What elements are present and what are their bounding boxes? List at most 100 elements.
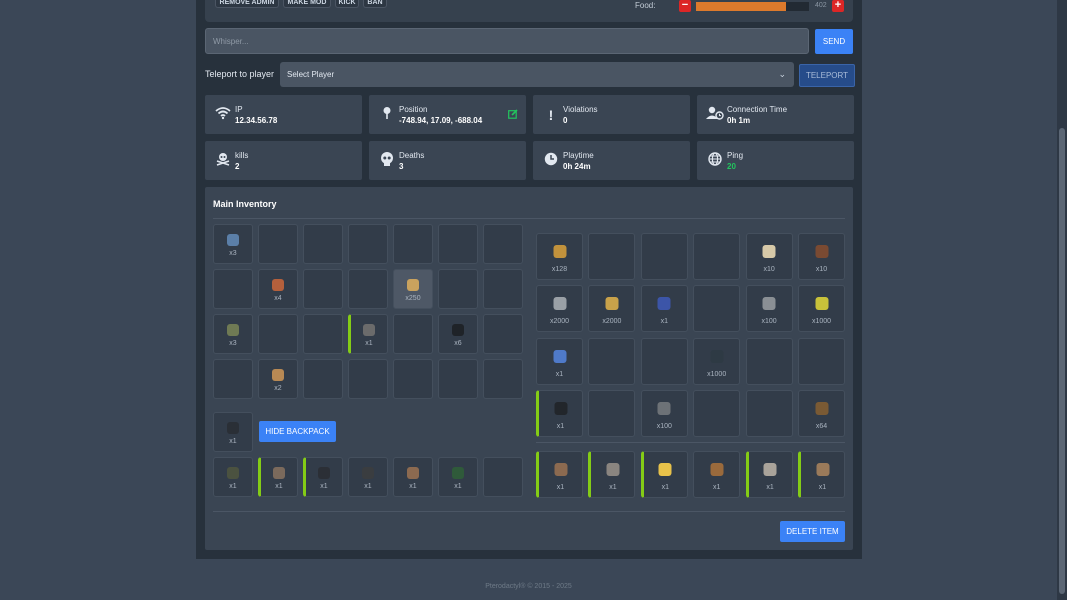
backpack-slot[interactable] [588, 233, 636, 280]
backpack-slot[interactable]: x100 [745, 285, 793, 333]
whisper-input[interactable] [205, 28, 809, 54]
hotbar-slot[interactable]: x1 [640, 451, 688, 498]
hotbar-slot[interactable]: x1 [588, 451, 636, 498]
food-label: Food: [635, 1, 656, 10]
backpack-slot[interactable]: x1 [536, 390, 583, 438]
stat-card-connection-time: Connection Time 0h 1m [697, 95, 854, 134]
equipment-slot[interactable]: x1 [258, 457, 298, 497]
wifi-icon [214, 106, 232, 124]
inventory-slot[interactable] [258, 314, 298, 354]
food-increase-button[interactable]: + [832, 0, 844, 12]
backpack-slot[interactable]: x2000 [588, 285, 636, 333]
equipment-slot[interactable]: x1 [348, 457, 388, 497]
item-icon [710, 349, 724, 363]
backpack-slot[interactable] [745, 337, 793, 385]
inventory-slot[interactable] [303, 224, 343, 264]
stat-value: 2 [235, 162, 240, 171]
scrollbar-thumb[interactable] [1059, 128, 1065, 594]
backpack-slot[interactable]: x2000 [536, 285, 583, 333]
page-scrollbar[interactable] [1057, 0, 1067, 600]
delete-item-button[interactable]: DELETE ITEM [780, 521, 845, 542]
item-count: x1 [229, 438, 237, 445]
inventory-slot[interactable] [483, 359, 523, 399]
backpack-slot[interactable] [588, 390, 636, 438]
food-decrease-button[interactable]: − [679, 0, 691, 12]
backpack-slot[interactable] [798, 337, 845, 385]
inventory-slot[interactable] [393, 359, 433, 399]
backpack-slot[interactable]: x10 [745, 233, 793, 280]
inventory-slot[interactable] [438, 224, 478, 264]
inventory-slot[interactable] [393, 314, 433, 354]
inventory-slot[interactable] [483, 314, 523, 354]
equipment-slot[interactable] [483, 457, 523, 497]
remove-admin-button[interactable]: REMOVE ADMIN [215, 0, 279, 8]
inventory-slot[interactable]: x3 [213, 314, 253, 354]
inventory-slot[interactable] [348, 359, 388, 399]
item-icon [363, 324, 375, 336]
backpack-slot[interactable]: x1 [213, 412, 253, 452]
inventory-slot[interactable]: x250 [393, 269, 433, 309]
item-icon [273, 467, 285, 479]
equipment-slot[interactable]: x1 [438, 457, 478, 497]
stat-label: Position [399, 105, 428, 114]
backpack-slot[interactable]: x1 [536, 337, 583, 385]
inventory-slot[interactable]: x6 [438, 314, 478, 354]
backpack-slot[interactable] [693, 285, 741, 333]
inventory-slot[interactable] [483, 269, 523, 309]
backpack-slot[interactable]: x1000 [693, 337, 741, 385]
inventory-slot[interactable] [348, 269, 388, 309]
hotbar-slot[interactable]: x1 [745, 451, 793, 498]
item-icon [227, 324, 239, 336]
inventory-slot[interactable]: x4 [258, 269, 298, 309]
food-value: 402 [815, 2, 827, 9]
backpack-slot[interactable]: x1 [640, 285, 688, 333]
player-select[interactable]: Select Player ⌄ [280, 62, 794, 87]
inventory-slot[interactable] [393, 224, 433, 264]
equipment-slot[interactable]: x1 [213, 457, 253, 497]
inventory-slot[interactable]: x2 [258, 359, 298, 399]
inventory-slot[interactable] [303, 359, 343, 399]
backpack-slot[interactable]: x1000 [798, 285, 845, 333]
backpack-slot[interactable]: x64 [798, 390, 845, 438]
stat-label: Connection Time [727, 105, 788, 114]
inventory-slot[interactable] [213, 359, 253, 399]
stat-card-kills: kills 2 [205, 141, 362, 180]
backpack-slot[interactable] [693, 390, 741, 438]
inventory-slot[interactable]: x1 [348, 314, 388, 354]
inventory-slot[interactable] [438, 359, 478, 399]
stat-card-playtime: Playtime 0h 24m [533, 141, 690, 180]
inventory-slot[interactable] [303, 314, 343, 354]
edit-icon[interactable] [508, 109, 518, 119]
inventory-slot[interactable] [258, 224, 298, 264]
backpack-slot[interactable]: x128 [536, 233, 583, 280]
backpack-slot[interactable]: x10 [798, 233, 845, 280]
inventory-slot[interactable] [303, 269, 343, 309]
inventory-slot[interactable]: x3 [213, 224, 253, 264]
item-count: x1 [555, 370, 564, 378]
item-count: x1 [661, 484, 669, 491]
backpack-slot[interactable] [640, 337, 688, 385]
send-button[interactable]: SEND [815, 29, 853, 54]
backpack-slot[interactable]: x100 [640, 390, 688, 438]
hide-backpack-button[interactable]: HIDE BACKPACK [259, 421, 336, 442]
equipment-slot[interactable]: x1 [303, 457, 343, 497]
backpack-slot[interactable] [745, 390, 793, 438]
backpack-slot[interactable] [640, 233, 688, 280]
item-count: x10 [763, 266, 775, 273]
hotbar-slot[interactable]: x1 [536, 451, 583, 498]
chevron-down-icon: ⌄ [778, 69, 786, 79]
hotbar-slot[interactable]: x1 [798, 451, 845, 498]
teleport-button[interactable]: TELEPORT [799, 64, 855, 87]
inventory-slot[interactable] [483, 224, 523, 264]
equipment-slot[interactable]: x1 [393, 457, 433, 497]
inventory-slot[interactable] [213, 269, 253, 309]
inventory-slot[interactable] [348, 224, 388, 264]
make-mod-button[interactable]: MAKE MOD [283, 0, 331, 8]
inventory-slot[interactable] [438, 269, 478, 309]
hotbar-slot[interactable]: x1 [693, 451, 741, 498]
divider [213, 218, 845, 219]
backpack-slot[interactable] [693, 233, 741, 280]
ban-button[interactable]: BAN [363, 0, 387, 8]
backpack-slot[interactable] [588, 337, 636, 385]
kick-button[interactable]: KICK [335, 0, 359, 8]
